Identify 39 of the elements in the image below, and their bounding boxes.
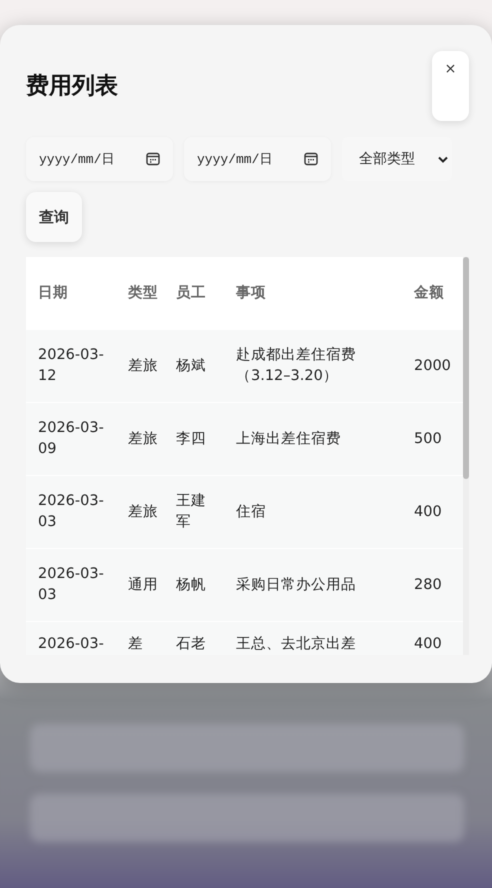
- column-header: 员工: [175, 284, 207, 302]
- query-button[interactable]: 查询: [26, 192, 82, 242]
- column-header: 事项: [235, 284, 267, 302]
- table-cell: 2026-03-03: [38, 493, 104, 530]
- column-header: 金额: [412, 284, 445, 302]
- table-cell: 400: [414, 636, 442, 652]
- table-cell: 差: [128, 636, 143, 652]
- dialog-title: 费用列表: [26, 75, 118, 98]
- table-cell: 2026-03-09: [38, 420, 104, 457]
- column-header: 类型: [126, 284, 159, 302]
- table-cell: 李四: [176, 430, 206, 446]
- calendar-icon: [146, 152, 160, 166]
- table-cell: 杨斌: [176, 358, 206, 374]
- table-cell: 280: [414, 576, 442, 592]
- column-header: 日期: [37, 284, 69, 302]
- table-cell: 王总、去北京出差: [236, 636, 356, 652]
- table-cell: 2026-03-12: [38, 347, 104, 384]
- table-cell: 400: [414, 504, 442, 520]
- table-cell: 杨帆: [176, 576, 206, 592]
- table-cell: 上海出差住宿费: [236, 430, 341, 446]
- chevron-down-icon: [438, 156, 448, 162]
- table-cell: 2026-03-03: [38, 566, 104, 603]
- table-cell: 采购日常办公用品: [236, 576, 356, 592]
- table-cell: 差旅: [128, 504, 158, 520]
- scrollbar[interactable]: [463, 257, 469, 655]
- calendar-icon: [304, 152, 318, 166]
- table-cell: 500: [414, 430, 442, 446]
- table-cell: 2000: [414, 358, 451, 374]
- table-cell: 赴成都出差住宿费（3.12–3.20）: [236, 347, 356, 384]
- date-field[interactable]: yyyy/mm/日: [26, 137, 173, 181]
- table-cell: 通用: [128, 576, 158, 592]
- table-cell: 差旅: [128, 430, 158, 446]
- table-cell: 差旅: [128, 358, 158, 374]
- close-button[interactable]: ×: [432, 51, 469, 121]
- table-cell: 王建军: [176, 493, 206, 530]
- table-cell: 石老: [176, 636, 206, 652]
- table-cell: 2026-03-: [38, 636, 104, 652]
- date-field[interactable]: yyyy/mm/日: [184, 137, 331, 181]
- table-cell: 住宿: [236, 504, 266, 520]
